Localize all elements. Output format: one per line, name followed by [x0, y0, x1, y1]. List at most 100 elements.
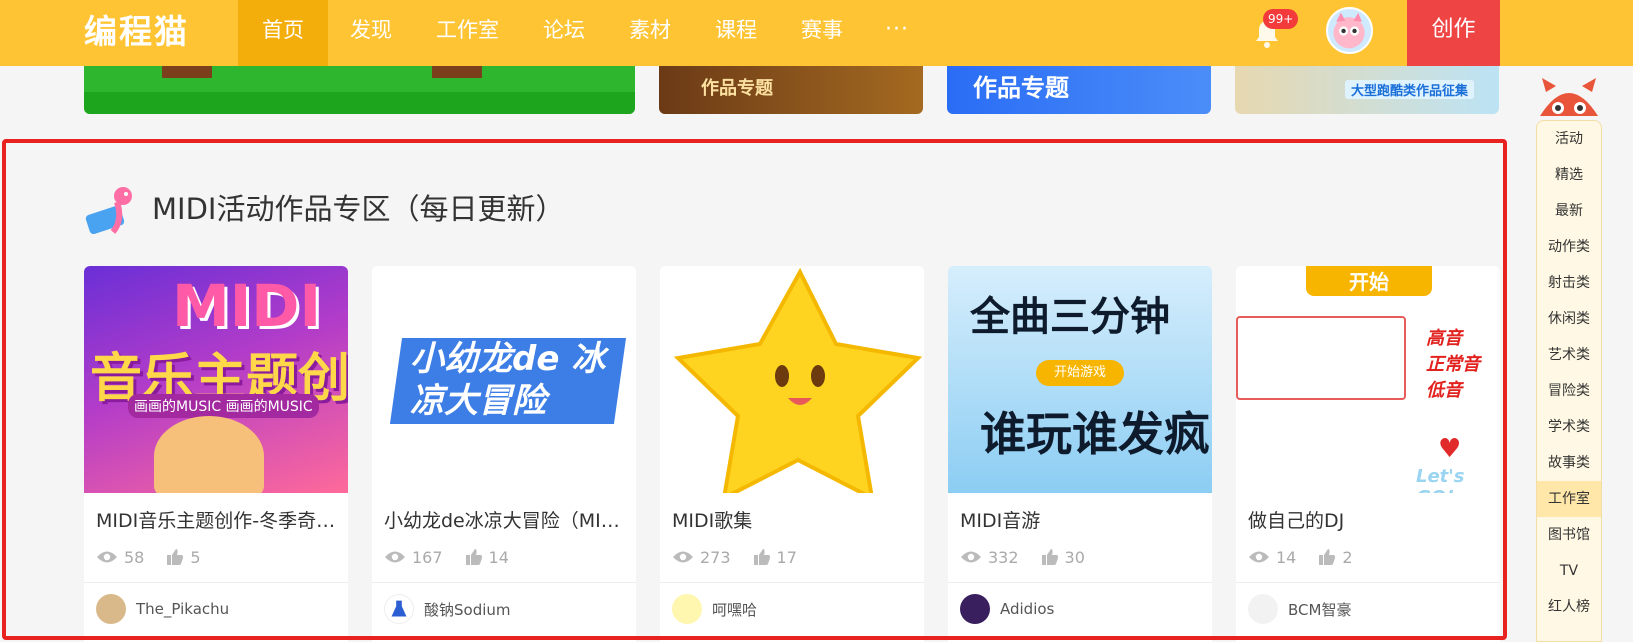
author-avatar[interactable] [384, 594, 414, 624]
sidebar-mascot-icon [1534, 74, 1604, 124]
divider [84, 582, 348, 583]
nav-contests[interactable]: 赛事 [779, 0, 865, 66]
sidebar-item-story[interactable]: 故事类 [1537, 445, 1601, 481]
work-title[interactable]: MIDI音乐主题创作-冬季奇… [96, 506, 340, 533]
star-icon [673, 267, 923, 493]
thumbs-up-icon[interactable] [465, 548, 483, 566]
work-card[interactable]: 开始 高音 正常音 低音 ♥ Let's GO! 做自己的DJ 14 2 BCM… [1236, 266, 1500, 642]
view-count: 14 [1276, 547, 1297, 567]
sidebar-item-academic[interactable]: 学术类 [1537, 409, 1601, 445]
top-nav-bar: 编程猫 首页 发现 工作室 论坛 素材 课程 赛事 ··· 99+ 创作 [0, 0, 1633, 66]
banner-text: 大型跑酷类作品征集 [1345, 80, 1475, 99]
work-stats: 14 2 [1248, 546, 1353, 568]
nav-courses[interactable]: 课程 [693, 0, 779, 66]
like-count: 2 [1342, 547, 1353, 567]
author-name[interactable]: BCM智豪 [1288, 599, 1351, 620]
work-card[interactable]: MIDI歌集 273 17 呵嘿哈 [660, 266, 924, 642]
work-thumbnail [660, 266, 924, 493]
thumbs-up-icon[interactable] [166, 548, 184, 566]
nav-materials[interactable]: 素材 [607, 0, 693, 66]
work-title[interactable]: 小幼龙de冰凉大冒险（MID… [384, 506, 628, 533]
sidebar-item-casual[interactable]: 休闲类 [1537, 301, 1601, 337]
banner-topic-3[interactable]: 作品专题 [947, 66, 1211, 114]
eye-icon [673, 551, 693, 563]
nav-studio[interactable]: 工作室 [414, 0, 521, 66]
eye-icon [1249, 551, 1269, 563]
sidebar-item-ranking[interactable]: 红人榜 [1537, 589, 1601, 625]
thumb-character [154, 416, 264, 493]
sidebar-item-latest[interactable]: 最新 [1537, 193, 1601, 229]
view-count: 58 [124, 547, 145, 567]
eye-icon [97, 551, 117, 563]
work-title[interactable]: 做自己的DJ [1248, 506, 1492, 533]
nav-more-button[interactable]: ··· [865, 0, 929, 66]
view-count: 273 [700, 547, 731, 567]
author[interactable]: 呵嘿哈 [672, 594, 757, 624]
create-button[interactable]: 创作 [1407, 0, 1500, 66]
author-avatar[interactable] [960, 594, 990, 624]
author-name[interactable]: Adidios [1000, 600, 1054, 618]
sidebar-item-featured[interactable]: 精选 [1537, 157, 1601, 193]
nav-home[interactable]: 首页 [238, 0, 328, 66]
sidebar-item-tv[interactable]: TV [1537, 553, 1601, 589]
banner-topic-4[interactable]: 大型跑酷类作品征集 [1235, 66, 1499, 114]
divider [1236, 582, 1500, 583]
category-sidebar: 活动 精选 最新 动作类 射击类 休闲类 艺术类 冒险类 学术类 故事类 工作室… [1536, 120, 1602, 642]
heart-icon: ♥ [1438, 434, 1462, 464]
work-thumbnail: 开始 高音 正常音 低音 ♥ Let's GO! [1236, 266, 1500, 493]
section-mascot-icon [83, 180, 141, 238]
divider [948, 582, 1212, 583]
author[interactable]: 酸钠Sodium [384, 594, 511, 624]
section-title: MIDI活动作品专区（每日更新） [152, 192, 565, 226]
sidebar-item-studio[interactable]: 工作室 [1537, 481, 1601, 517]
work-card[interactable]: 全曲三分钟 开始游戏 谁玩谁发疯 MIDI音游 332 30 Adidios [948, 266, 1212, 642]
thumb-text: 全曲三分钟 [970, 294, 1170, 340]
like-count: 5 [190, 547, 201, 567]
thumbs-up-icon[interactable] [1318, 548, 1336, 566]
author[interactable]: Adidios [960, 594, 1054, 624]
author-avatar[interactable] [96, 594, 126, 624]
work-thumbnail: 小幼龙de 冰凉大冒险 [372, 266, 636, 493]
nav-forum[interactable]: 论坛 [521, 0, 607, 66]
thumbs-up-icon[interactable] [1041, 548, 1059, 566]
thumb-text: MIDI [172, 272, 322, 340]
author[interactable]: BCM智豪 [1248, 594, 1351, 624]
banner-topic-2[interactable]: 作品专题 [659, 66, 923, 114]
author-name[interactable]: 呵嘿哈 [712, 599, 757, 620]
thumb-text-high: 高音 [1426, 328, 1462, 349]
divider [372, 582, 636, 583]
like-count: 30 [1064, 547, 1085, 567]
view-count: 167 [412, 547, 443, 567]
thumbs-up-icon[interactable] [753, 548, 771, 566]
work-stats: 273 17 [672, 546, 797, 568]
work-title[interactable]: MIDI歌集 [672, 506, 916, 533]
sidebar-item-library[interactable]: 图书馆 [1537, 517, 1601, 553]
work-card[interactable]: MIDI 音乐主题创作 画画的MUSIC 画画的MUSIC MIDI音乐主题创作… [84, 266, 348, 642]
eye-icon [385, 551, 405, 563]
banner-text: 作品专题 [701, 78, 773, 99]
author-name[interactable]: 酸钠Sodium [424, 599, 511, 620]
thumb-text-low: 低音 [1426, 380, 1462, 401]
banner-topic-1[interactable] [84, 66, 635, 114]
work-title[interactable]: MIDI音游 [960, 506, 1204, 533]
author-avatar[interactable] [672, 594, 702, 624]
author-name[interactable]: The_Pikachu [136, 600, 229, 618]
sidebar-item-art[interactable]: 艺术类 [1537, 337, 1601, 373]
work-card[interactable]: 小幼龙de 冰凉大冒险 小幼龙de冰凉大冒险（MID… 167 14 酸钠Sod… [372, 266, 636, 642]
eye-icon [961, 551, 981, 563]
sidebar-item-adventure[interactable]: 冒险类 [1537, 373, 1601, 409]
decor-ground [84, 92, 635, 114]
banner-text: 作品专题 [973, 74, 1069, 102]
logo[interactable]: 编程猫 [84, 10, 189, 54]
thumb-text: 开始 [1306, 266, 1432, 296]
thumb-text: 画画的MUSIC 画画的MUSIC [128, 394, 319, 418]
author-avatar[interactable] [1248, 594, 1278, 624]
author[interactable]: The_Pikachu [96, 594, 229, 624]
sidebar-item-action[interactable]: 动作类 [1537, 229, 1601, 265]
view-count: 332 [988, 547, 1019, 567]
thumb-text-normal: 正常音 [1426, 354, 1480, 375]
user-avatar[interactable] [1326, 7, 1373, 54]
nav-discover[interactable]: 发现 [328, 0, 414, 66]
sidebar-item-shooting[interactable]: 射击类 [1537, 265, 1601, 301]
sidebar-item-activity[interactable]: 活动 [1537, 121, 1601, 157]
